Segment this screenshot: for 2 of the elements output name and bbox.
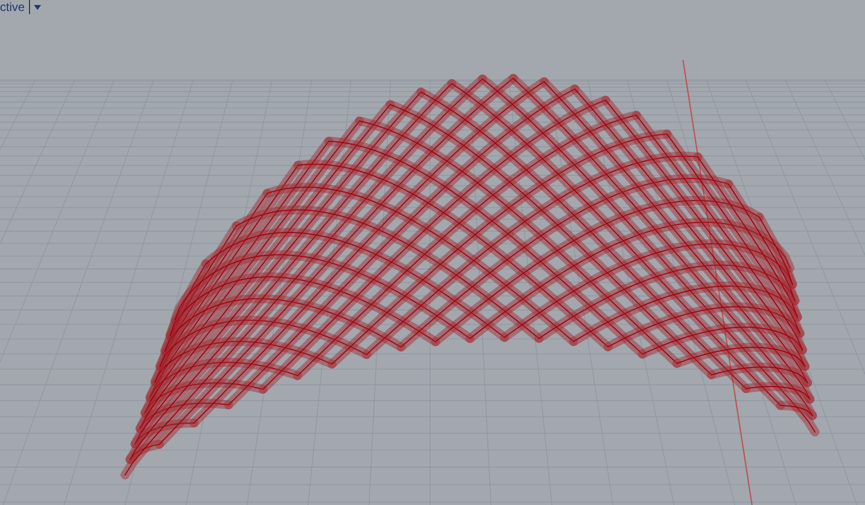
dropdown-icon[interactable] (34, 4, 41, 10)
viewport-title: ctive (0, 0, 30, 14)
